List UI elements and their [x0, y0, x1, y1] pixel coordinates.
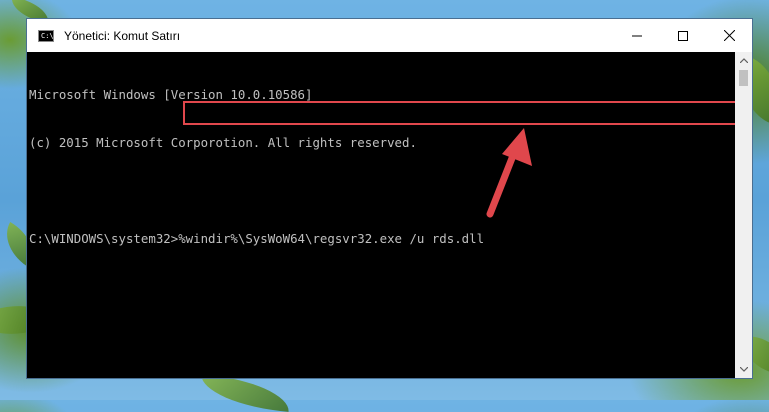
maximize-button[interactable]: [660, 19, 706, 52]
maximize-icon: [678, 30, 688, 41]
scroll-down-button[interactable]: [735, 361, 752, 378]
close-icon: [723, 30, 735, 41]
title-bar[interactable]: C:\ Yönetici: Komut Satırı: [27, 19, 752, 52]
vertical-scrollbar[interactable]: [735, 52, 752, 378]
minimize-icon: [632, 35, 642, 36]
minimize-button[interactable]: [614, 19, 660, 52]
close-button[interactable]: [706, 19, 752, 52]
command-highlight-box: [183, 101, 737, 125]
scroll-up-button[interactable]: [735, 52, 752, 69]
cmd-icon[interactable]: C:\: [38, 29, 54, 42]
window-title: Yönetici: Komut Satırı: [64, 28, 181, 43]
command-prompt-window[interactable]: C:\ Yönetici: Komut Satırı Microsoft Win…: [26, 18, 753, 379]
chevron-down-icon: [739, 367, 748, 372]
chevron-up-icon: [739, 58, 748, 63]
console-line: (c) 2015 Microsoft Corporotion. All righ…: [29, 135, 417, 150]
arrow-pointer-icon: [486, 128, 532, 218]
command-line[interactable]: C:\WINDOWS\system32>%windir%\SysWoW64\re…: [29, 231, 735, 247]
cmd-icon-glyph: C:\: [41, 31, 54, 40]
scrollbar-thumb[interactable]: [739, 70, 748, 86]
background-leaf: [198, 374, 292, 412]
